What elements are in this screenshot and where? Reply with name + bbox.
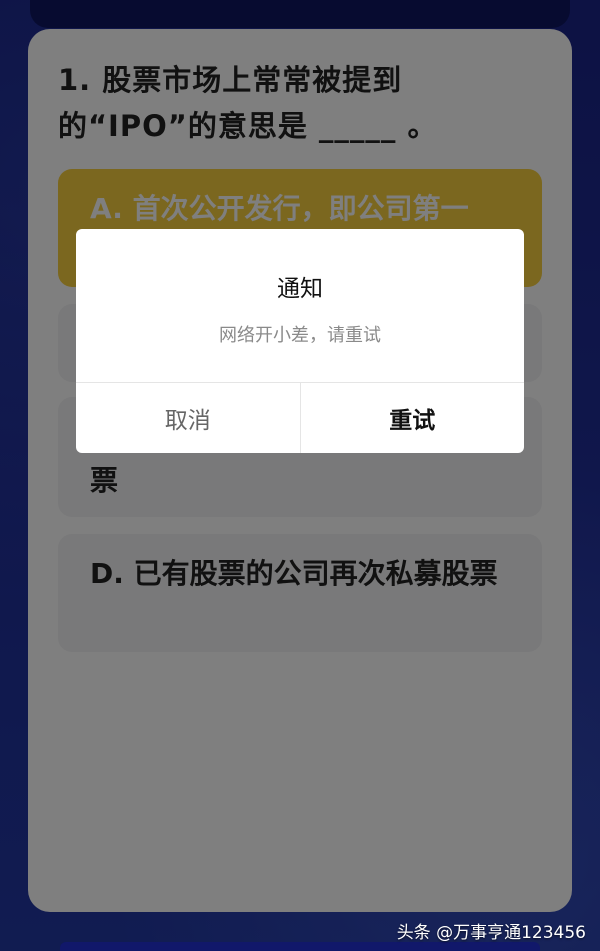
dialog-actions: 取消 重试 [76,382,524,453]
dialog-title: 通知 [277,276,323,302]
dialog-message: 网络开小差，请重试 [219,325,381,346]
watermark: 头条 @万事亨通123456 [396,923,586,943]
bottom-bar [60,942,540,951]
retry-button[interactable]: 重试 [301,383,525,453]
cancel-button[interactable]: 取消 [76,383,301,453]
modal-overlay[interactable] [0,0,600,951]
notification-dialog: 通知 网络开小差，请重试 取消 重试 [76,229,524,453]
